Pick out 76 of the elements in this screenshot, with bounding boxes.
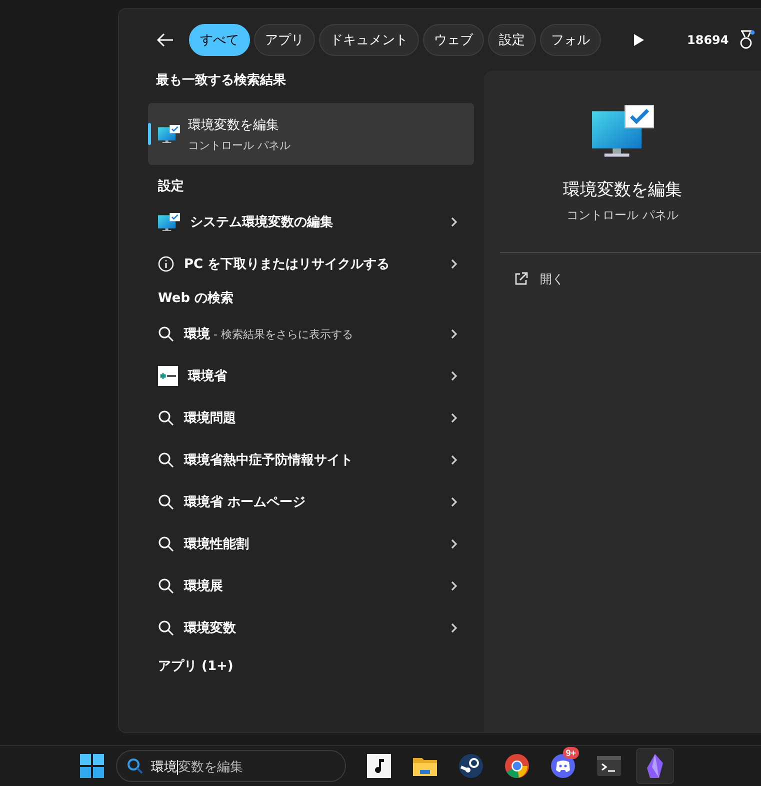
- result-label: 環境省 ホームページ: [184, 494, 307, 511]
- taskbar-app[interactable]: 9+: [544, 748, 582, 784]
- taskbar-app[interactable]: [636, 748, 674, 784]
- section-heading: Web の検索: [157, 290, 235, 308]
- section-heading: アプリ (1+): [157, 658, 234, 675]
- result-label: 環境性能割: [184, 536, 250, 553]
- result-row[interactable]: 環境省熱中症予防情報サイト: [148, 439, 474, 481]
- result-row[interactable]: 環境変数: [148, 607, 474, 649]
- result-row[interactable]: 環境問題: [148, 397, 474, 439]
- chevron-icon: [450, 371, 458, 381]
- music-note-icon: [367, 754, 391, 778]
- open-action[interactable]: 開く: [510, 266, 568, 292]
- filter-tab[interactable]: 設定: [488, 24, 536, 56]
- section-heading: 設定: [156, 178, 185, 196]
- search-icon: [158, 536, 174, 552]
- chevron-icon: [450, 623, 458, 633]
- result-label: システム環境変数の編集: [190, 214, 334, 231]
- search-icon: [158, 494, 174, 510]
- info-icon: [158, 256, 174, 272]
- filter-tab[interactable]: フォル: [540, 24, 601, 56]
- chevron-icon: [450, 217, 458, 227]
- site-logo-icon: [158, 366, 178, 386]
- filter-tab[interactable]: アプリ: [254, 24, 315, 56]
- crystal-icon: [646, 754, 664, 778]
- play-icon[interactable]: [633, 33, 645, 47]
- start-icon[interactable]: [80, 754, 104, 778]
- search-icon: [158, 578, 174, 594]
- filter-tab[interactable]: ドキュメント: [319, 24, 419, 56]
- chevron-icon: [450, 259, 458, 269]
- search-icon: [158, 452, 174, 468]
- chevron-icon: [450, 497, 458, 507]
- search-icon: [158, 326, 174, 342]
- search-suggestion: 変数を編集: [178, 760, 243, 775]
- result-row[interactable]: 環境省: [148, 355, 474, 397]
- result-row[interactable]: 環境展: [148, 565, 474, 607]
- chevron-icon: [450, 413, 458, 423]
- color-wheel-icon: [505, 754, 529, 778]
- result-row[interactable]: 環境 - 検索結果をさらに表示する: [148, 313, 474, 355]
- chevron-icon: [450, 581, 458, 591]
- result-label: 環境展: [184, 578, 224, 595]
- result-title: 環境変数を編集: [188, 116, 280, 134]
- preview-subtitle: コントロール パネル: [566, 206, 678, 224]
- chevron-icon: [450, 539, 458, 549]
- result-label: 環境問題: [184, 410, 237, 427]
- notification-badge: 9+: [562, 747, 579, 759]
- filter-tab[interactable]: すべて: [189, 24, 250, 56]
- result-label: 環境省熱中症予防情報サイト: [184, 452, 354, 469]
- result-row[interactable]: 環境省 ホームページ: [148, 481, 474, 523]
- search-icon: [127, 758, 143, 774]
- result-row[interactable]: 環境性能割: [148, 523, 474, 565]
- preview-title: 環境変数を編集: [563, 178, 682, 201]
- selection-accent: [148, 123, 151, 145]
- section-heading: 最も一致する検索結果: [155, 72, 287, 90]
- filter-tab[interactable]: ウェブ: [423, 24, 484, 56]
- best-match-item[interactable]: 環境変数を編集 コントロール パネル: [148, 103, 474, 165]
- points-count: 18694: [687, 33, 729, 47]
- monitor-check-icon: [592, 105, 654, 158]
- search-value: 環境: [151, 760, 178, 775]
- monitor-icon: [158, 212, 180, 232]
- folder-icon: [412, 755, 438, 777]
- piston-circle-icon: [459, 754, 483, 778]
- chevron-icon: [450, 329, 458, 339]
- terminal-icon: [597, 756, 621, 776]
- result-subtitle: コントロール パネル: [188, 138, 290, 152]
- external-link-icon: [514, 272, 528, 286]
- chevron-icon: [450, 455, 458, 465]
- result-label: 環境省: [188, 368, 228, 385]
- result-row[interactable]: PC を下取りまたはリサイクルする: [148, 243, 474, 285]
- taskbar-search-field[interactable]: 環境変数を編集: [116, 750, 346, 782]
- result-row[interactable]: システム環境変数の編集: [148, 201, 474, 243]
- result-label: 環境変数: [184, 620, 237, 637]
- search-icon: [158, 620, 174, 636]
- result-label: 環境 - 検索結果をさらに表示する: [184, 326, 354, 343]
- search-icon: [158, 410, 174, 426]
- monitor-icon: [158, 124, 180, 144]
- result-label: PC を下取りまたはリサイクルする: [184, 256, 391, 273]
